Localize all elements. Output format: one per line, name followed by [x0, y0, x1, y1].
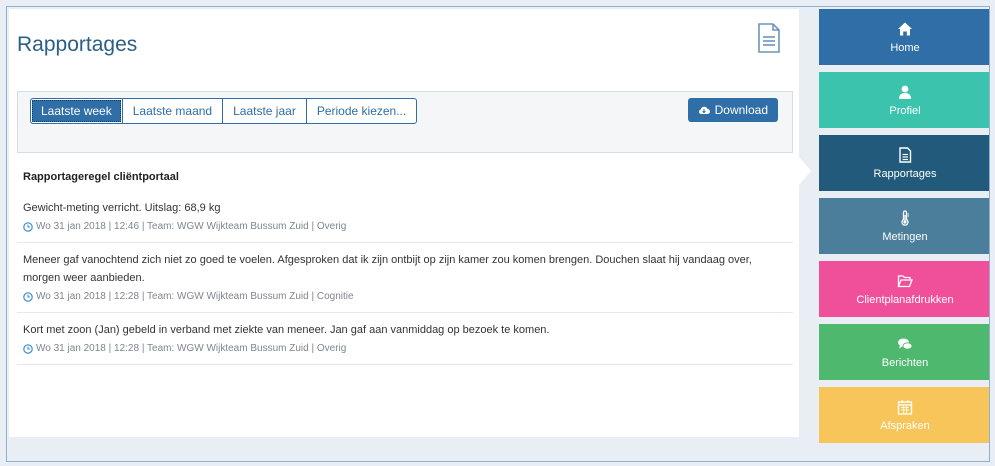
clock-icon: [23, 221, 33, 232]
sidebar-item-afspraken[interactable]: Afspraken: [819, 387, 989, 443]
report-list: Gewicht-meting verricht. Uitslag: 68,9 k…: [17, 191, 793, 365]
document-icon: [899, 146, 912, 163]
home-icon: [898, 22, 912, 35]
sidebar-item-label: Metingen: [882, 230, 928, 243]
report-text: Gewicht-meting verricht. Uitslag: 68,9 k…: [23, 202, 221, 214]
sidebar-item-berichten[interactable]: Berichten: [819, 324, 989, 380]
sidebar-nav: Home Profiel Rapportages Metingen Client…: [819, 9, 989, 450]
report-item: Meneer gaf vanochtend zich niet zo goed …: [17, 243, 793, 313]
clock-icon: [23, 343, 33, 354]
sidebar-item-label: Home: [890, 41, 920, 54]
sidebar-item-home[interactable]: Home: [819, 9, 989, 65]
download-label: Download: [714, 103, 768, 117]
report-item: Kort met zoon (Jan) gebeld in verband me…: [17, 313, 793, 365]
document-icon: [758, 23, 780, 53]
page-title: Rapportages: [17, 33, 138, 56]
filter-last-week-button[interactable]: Laatste week: [30, 98, 123, 124]
report-meta-text: Wo 31 jan 2018 | 12:46 | Team: WGW Wijkt…: [36, 221, 347, 232]
section-title: Rapportageregel cliëntportaal: [23, 171, 179, 183]
filter-last-month-button[interactable]: Laatste maand: [121, 98, 224, 124]
report-meta: Wo 31 jan 2018 | 12:46 | Team: WGW Wijkt…: [23, 221, 787, 232]
report-meta-text: Wo 31 jan 2018 | 12:28 | Team: WGW Wijkt…: [36, 343, 347, 354]
sidebar-item-label: Profiel: [889, 104, 921, 117]
sidebar-item-clientplanafdrukken[interactable]: Clientplanafdrukken: [819, 261, 989, 317]
filter-panel: Laatste week Laatste maand Laatste jaar …: [17, 91, 793, 153]
sidebar-item-label: Berichten: [881, 356, 929, 369]
main-panel: Rapportages Laatste week Laatste maand L…: [9, 9, 799, 437]
filter-last-year-button[interactable]: Laatste jaar: [222, 98, 307, 124]
report-meta: Wo 31 jan 2018 | 12:28 | Team: WGW Wijkt…: [23, 343, 787, 354]
thermometer-icon: [901, 209, 909, 226]
download-button[interactable]: Download: [687, 98, 778, 122]
active-section-pointer: [799, 157, 811, 185]
sidebar-item-profiel[interactable]: Profiel: [819, 72, 989, 128]
clock-icon: [23, 291, 33, 302]
report-meta-text: Wo 31 jan 2018 | 12:28 | Team: WGW Wijkt…: [36, 291, 354, 302]
calendar-icon: [897, 399, 913, 415]
period-button-group: Laatste week Laatste maand Laatste jaar …: [30, 98, 418, 124]
sidebar-item-label: Rapportages: [873, 167, 937, 180]
sidebar-item-label: Clientplanafdrukken: [856, 293, 954, 306]
sidebar-item-metingen[interactable]: Metingen: [819, 198, 989, 254]
filter-choose-period-button[interactable]: Periode kiezen...: [305, 98, 418, 124]
folder-open-icon: [897, 274, 913, 287]
report-meta: Wo 31 jan 2018 | 12:28 | Team: WGW Wijkt…: [23, 291, 787, 302]
user-icon: [899, 85, 911, 99]
report-text: Kort met zoon (Jan) gebeld in verband me…: [23, 324, 550, 336]
app-frame: Rapportages Laatste week Laatste maand L…: [6, 6, 990, 462]
report-item: Gewicht-meting verricht. Uitslag: 68,9 k…: [17, 191, 793, 243]
report-text: Meneer gaf vanochtend zich niet zo goed …: [23, 254, 752, 284]
chat-icon: [898, 338, 913, 350]
sidebar-item-rapportages[interactable]: Rapportages: [819, 135, 989, 191]
cloud-download-icon: [698, 106, 710, 114]
sidebar-item-label: Afspraken: [880, 419, 930, 432]
